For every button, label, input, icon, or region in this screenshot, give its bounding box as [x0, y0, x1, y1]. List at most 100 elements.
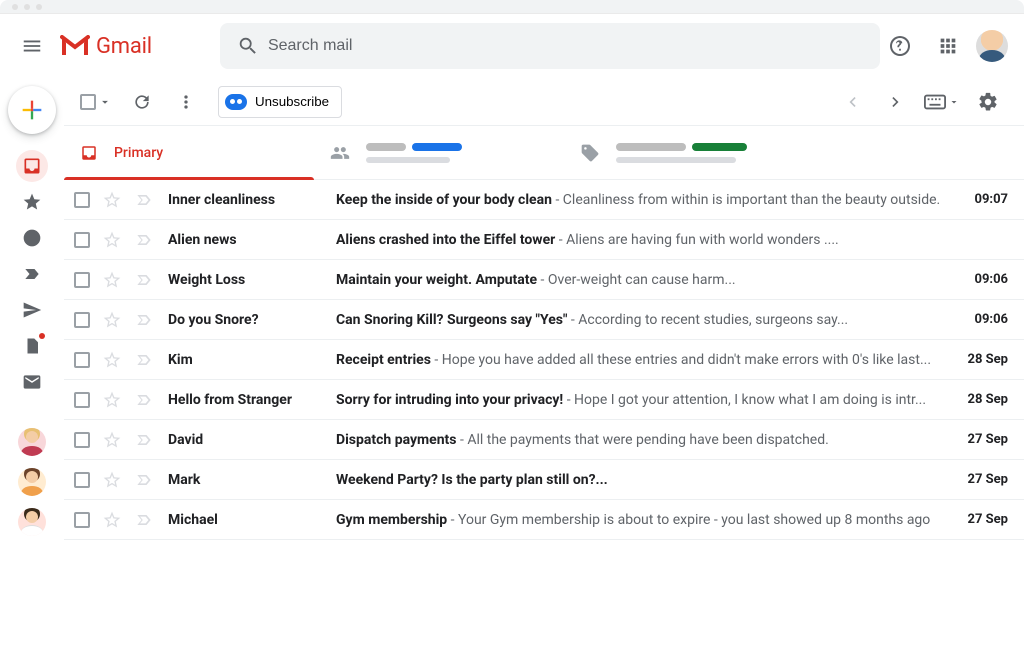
row-checkbox[interactable] — [74, 352, 90, 368]
nav-snoozed[interactable] — [16, 222, 48, 254]
star-button[interactable] — [102, 310, 122, 330]
select-all-checkbox[interactable] — [80, 94, 96, 110]
gmail-icon — [60, 35, 90, 57]
star-button[interactable] — [102, 430, 122, 450]
subject-snippet: Weekend Party? Is the party plan still o… — [336, 472, 952, 488]
mail-row[interactable]: Weight LossMaintain your weight. Amputat… — [64, 260, 1024, 300]
mail-icon — [22, 372, 42, 392]
unsubscribe-button[interactable]: Unsubscribe — [218, 86, 342, 118]
content: Unsubscribe — [64, 78, 1024, 645]
sender: Kim — [168, 352, 336, 368]
toolbar: Unsubscribe — [64, 78, 1024, 126]
main-menu-button[interactable] — [8, 22, 56, 70]
older-button[interactable] — [832, 82, 872, 122]
star-button[interactable] — [102, 510, 122, 530]
search-bar[interactable] — [220, 23, 880, 69]
star-outline-icon — [102, 510, 122, 530]
search-button[interactable] — [228, 35, 268, 57]
select-all[interactable] — [74, 94, 118, 110]
star-button[interactable] — [102, 190, 122, 210]
hangouts-contact[interactable] — [18, 428, 46, 456]
star-button[interactable] — [102, 470, 122, 490]
unsubscribe-icon — [225, 94, 247, 110]
importance-button[interactable] — [134, 430, 154, 450]
nav-all-mail[interactable] — [16, 366, 48, 398]
unsubscribe-label: Unsubscribe — [255, 94, 329, 109]
tab-promotions[interactable] — [564, 126, 814, 179]
input-tools-button[interactable] — [920, 82, 964, 122]
importance-button[interactable] — [134, 310, 154, 330]
time: 27 Sep — [952, 472, 1008, 487]
people-icon — [330, 143, 350, 163]
importance-outline-icon — [134, 190, 154, 210]
mail-row[interactable]: Do you Snore?Can Snoring Kill? Surgeons … — [64, 300, 1024, 340]
importance-button[interactable] — [134, 230, 154, 250]
sender: Alien news — [168, 232, 336, 248]
star-button[interactable] — [102, 230, 122, 250]
search-input[interactable] — [268, 37, 872, 55]
star-outline-icon — [102, 190, 122, 210]
account-avatar[interactable] — [976, 30, 1008, 62]
caret-down-icon[interactable] — [98, 95, 112, 109]
importance-outline-icon — [134, 430, 154, 450]
subject-snippet: Maintain your weight. Amputate - Over-we… — [336, 272, 952, 288]
hangouts-contact[interactable] — [18, 468, 46, 496]
importance-button[interactable] — [134, 510, 154, 530]
tab-social[interactable] — [314, 126, 564, 179]
refresh-button[interactable] — [122, 82, 162, 122]
tab-primary[interactable]: Primary — [64, 126, 314, 179]
star-button[interactable] — [102, 390, 122, 410]
subject-snippet: Aliens crashed into the Eiffel tower - A… — [336, 232, 952, 248]
mail-row[interactable]: Alien newsAliens crashed into the Eiffel… — [64, 220, 1024, 260]
row-checkbox[interactable] — [74, 432, 90, 448]
help-button[interactable] — [880, 26, 920, 66]
importance-button[interactable] — [134, 350, 154, 370]
keyboard-icon — [924, 94, 946, 110]
settings-button[interactable] — [968, 82, 1008, 122]
row-checkbox[interactable] — [74, 392, 90, 408]
row-checkbox[interactable] — [74, 472, 90, 488]
window-dot — [12, 4, 18, 10]
more-button[interactable] — [166, 82, 206, 122]
row-checkbox[interactable] — [74, 272, 90, 288]
nav-starred[interactable] — [16, 186, 48, 218]
importance-outline-icon — [134, 510, 154, 530]
tab-label: Primary — [114, 145, 163, 161]
mail-row[interactable]: Inner cleanlinessKeep the inside of your… — [64, 180, 1024, 220]
subject-snippet: Can Snoring Kill? Surgeons say "Yes" - A… — [336, 312, 952, 328]
tab-placeholder — [366, 143, 462, 163]
sender: David — [168, 432, 336, 448]
importance-button[interactable] — [134, 470, 154, 490]
compose-button[interactable] — [8, 86, 56, 134]
row-checkbox[interactable] — [74, 192, 90, 208]
time: 28 Sep — [952, 392, 1008, 407]
row-checkbox[interactable] — [74, 312, 90, 328]
mail-row[interactable]: MichaelGym membership - Your Gym members… — [64, 500, 1024, 540]
importance-button[interactable] — [134, 390, 154, 410]
header: Gmail — [0, 14, 1024, 78]
star-outline-icon — [102, 430, 122, 450]
mail-row[interactable]: Hello from StrangerSorry for intruding i… — [64, 380, 1024, 420]
row-checkbox[interactable] — [74, 512, 90, 528]
more-vert-icon — [176, 92, 196, 112]
importance-button[interactable] — [134, 190, 154, 210]
nav-inbox[interactable] — [16, 150, 48, 182]
mail-row[interactable]: KimReceipt entries - Hope you have added… — [64, 340, 1024, 380]
nav-drafts[interactable] — [16, 330, 48, 362]
hangouts-contact[interactable] — [18, 508, 46, 536]
importance-outline-icon — [134, 230, 154, 250]
nav-sent[interactable] — [16, 294, 48, 326]
mail-row[interactable]: DavidDispatch payments - All the payment… — [64, 420, 1024, 460]
browser-chrome — [0, 0, 1024, 14]
newer-button[interactable] — [876, 82, 916, 122]
caret-down-icon — [948, 96, 960, 108]
product-logo[interactable]: Gmail — [60, 34, 152, 59]
row-checkbox[interactable] — [74, 232, 90, 248]
star-button[interactable] — [102, 350, 122, 370]
star-button[interactable] — [102, 270, 122, 290]
importance-button[interactable] — [134, 270, 154, 290]
star-outline-icon — [102, 470, 122, 490]
apps-button[interactable] — [928, 26, 968, 66]
nav-important[interactable] — [16, 258, 48, 290]
mail-row[interactable]: MarkWeekend Party? Is the party plan sti… — [64, 460, 1024, 500]
